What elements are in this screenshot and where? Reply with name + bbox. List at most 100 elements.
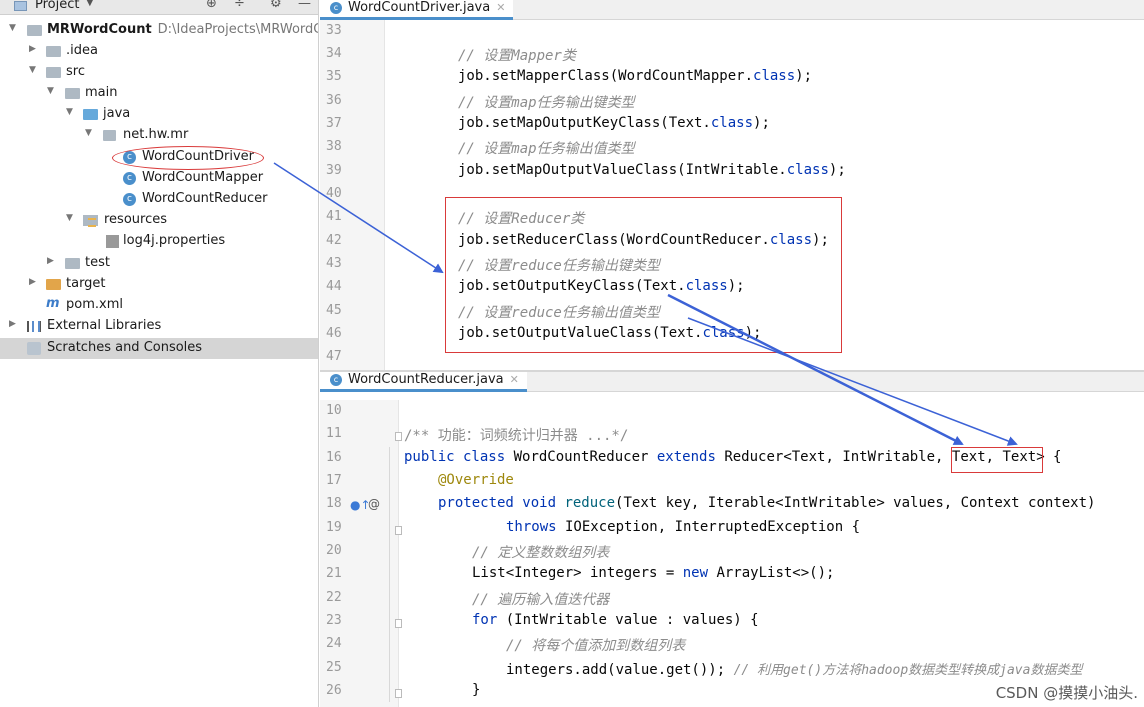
code-text: IOException, InterruptedException { — [556, 519, 861, 535]
tree-item-label: log4j.properties — [123, 233, 226, 248]
collapsed-arrow-icon[interactable]: ▶ — [47, 256, 54, 266]
locate-icon[interactable]: ⊕ — [206, 0, 217, 11]
library-icon — [27, 321, 41, 332]
code-line: protected void reduce(Text key, Iterable… — [438, 495, 1095, 518]
tab-label: WordCountDriver.java — [348, 0, 491, 15]
line-number: 46 — [326, 326, 342, 341]
excluded-folder-icon — [46, 279, 61, 290]
expand-arrow-icon[interactable]: ▼ — [9, 23, 16, 33]
code-line: // 遍历输入值迭代器 — [472, 589, 609, 612]
tree-item-idea[interactable]: ▶ .idea — [0, 41, 318, 62]
collapsed-arrow-icon[interactable]: ▶ — [9, 319, 16, 329]
line-number: 36 — [326, 93, 342, 108]
class-icon: c — [123, 172, 136, 185]
project-view-selector[interactable]: Project — [35, 0, 79, 12]
tree-item-resources[interactable]: ▼ resources — [0, 210, 318, 231]
tree-item-pom[interactable]: m pom.xml — [0, 295, 318, 316]
code-keyword: extends — [656, 449, 716, 465]
code-comment: // 设置map任务输出值类型 — [458, 141, 635, 157]
tree-item-label: target — [66, 276, 106, 291]
code-comment: // 将每个值添加到数组列表 — [506, 638, 686, 654]
code-keyword: class — [710, 115, 754, 131]
maven-icon: m — [46, 296, 60, 311]
annotation-gutter-icon[interactable]: @ — [368, 497, 380, 511]
code-text: ArrayList<>(); — [708, 565, 835, 581]
code-text: List<Integer> integers = — [472, 565, 683, 581]
close-icon[interactable]: ✕ — [496, 1, 505, 14]
tree-item-label: pom.xml — [66, 297, 123, 312]
close-icon[interactable]: ✕ — [510, 373, 519, 386]
tree-item-src[interactable]: ▼ src — [0, 62, 318, 83]
folder-icon — [46, 46, 61, 57]
code-annotation: @Override — [438, 472, 514, 488]
properties-file-icon — [106, 235, 119, 248]
line-number: 34 — [326, 46, 342, 61]
fold-guide-line — [389, 447, 390, 702]
code-method-name: reduce — [556, 495, 616, 511]
tree-item-external-libraries[interactable]: ▶ External Libraries — [0, 316, 318, 337]
tree-item-target[interactable]: ▶ target — [0, 274, 318, 295]
tree-item-main[interactable]: ▼ main — [0, 83, 318, 104]
class-icon: c — [330, 373, 342, 386]
code-line: List<Integer> integers = new ArrayList<>… — [472, 565, 834, 588]
tree-item-test[interactable]: ▶ test — [0, 253, 318, 274]
tree-item-scratches[interactable]: Scratches and Consoles — [0, 338, 318, 359]
highlight-box-output-types — [951, 447, 1043, 473]
tab-wordcountreducer[interactable]: c WordCountReducer.java ✕ — [320, 372, 527, 392]
package-icon — [103, 130, 116, 141]
expand-arrow-icon[interactable]: ▼ — [85, 128, 92, 138]
expand-arrow-icon[interactable]: ▼ — [66, 213, 73, 223]
collapse-all-icon[interactable]: ÷ — [234, 0, 245, 11]
tab-wordcountdriver[interactable]: c WordCountDriver.java ✕ — [320, 0, 514, 20]
collapsed-arrow-icon[interactable]: ▶ — [29, 44, 36, 54]
tree-item-label: src — [66, 64, 85, 79]
tree-item-package[interactable]: ▼ net.hw.mr — [0, 125, 318, 146]
fold-marker-icon[interactable] — [395, 689, 402, 698]
code-line: // 设置Mapper类 — [458, 45, 576, 68]
line-number: 19 — [326, 520, 342, 535]
folder-icon — [46, 67, 61, 78]
tab-label: WordCountReducer.java — [348, 372, 504, 387]
folder-icon — [65, 258, 80, 269]
code-keyword: class — [786, 162, 829, 178]
expand-arrow-icon[interactable]: ▼ — [29, 65, 36, 75]
line-number: 16 — [326, 450, 342, 465]
expand-arrow-icon[interactable]: ▼ — [66, 107, 73, 117]
tree-item-java[interactable]: ▼ java — [0, 104, 318, 125]
code-text: job.setMapOutputValueClass(IntWritable. — [458, 162, 787, 178]
code-comment: // 定义整数数组列表 — [472, 545, 610, 561]
project-header: Project ▼ ⊕ ÷ ⚙ — — [0, 0, 318, 15]
collapsed-arrow-icon[interactable]: ▶ — [29, 277, 36, 287]
hide-panel-icon[interactable]: — — [298, 0, 311, 11]
line-number: 42 — [326, 233, 342, 248]
tree-item-label: MRWordCount — [47, 22, 152, 37]
line-number: 11 — [326, 426, 342, 441]
gear-icon[interactable]: ⚙ — [270, 0, 282, 11]
tree-item-wordcountmapper[interactable]: c WordCountMapper — [0, 168, 318, 189]
line-number: 23 — [326, 613, 342, 628]
scratches-icon — [27, 342, 41, 355]
class-icon: c — [330, 1, 342, 14]
line-number: 38 — [326, 139, 342, 154]
code-keyword: class — [753, 68, 796, 84]
code-line: for (IntWritable value : values) { — [472, 612, 759, 635]
tree-item-mrwordcount[interactable]: ▼ MRWordCount D:\IdeaProjects\MRWordCo — [0, 20, 318, 41]
tree-item-label: java — [103, 106, 131, 121]
fold-marker-icon[interactable] — [395, 432, 402, 441]
line-number: 20 — [326, 543, 342, 558]
tree-item-label: .idea — [66, 43, 98, 58]
line-number: 45 — [326, 303, 342, 318]
chevron-down-icon[interactable]: ▼ — [86, 0, 94, 8]
line-number: 40 — [326, 186, 342, 201]
fold-marker-icon[interactable] — [395, 619, 402, 628]
code-text: job.setMapOutputKeyClass(Text. — [458, 115, 711, 131]
expand-arrow-icon[interactable]: ▼ — [47, 86, 54, 96]
line-number: 37 — [326, 116, 342, 131]
tree-item-log4j[interactable]: log4j.properties — [0, 231, 318, 252]
code-keyword: public class — [404, 449, 506, 465]
fold-marker-icon[interactable] — [395, 526, 402, 535]
highlight-box-reducer-settings — [445, 197, 842, 353]
line-number: 39 — [326, 163, 342, 178]
code-comment: /** 功能：词频统计归并器 ...*/ — [404, 428, 629, 444]
tree-item-wordcountreducer[interactable]: c WordCountReducer — [0, 189, 318, 210]
